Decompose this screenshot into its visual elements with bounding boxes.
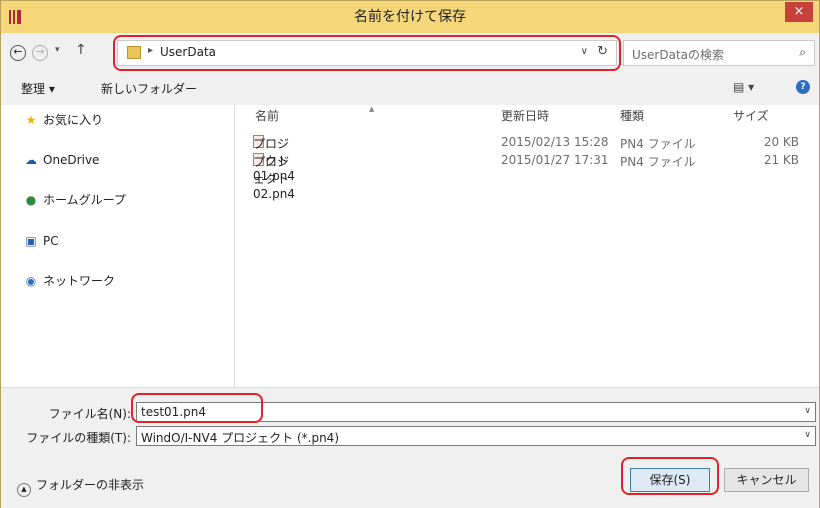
sidebar-item-label: お気に入り: [43, 113, 104, 127]
collapse-icon: ▲: [17, 483, 31, 497]
file-size: 21 KB: [763, 153, 799, 167]
column-header-type[interactable]: 種類: [620, 107, 644, 125]
sidebar-item-label: PC: [43, 234, 59, 248]
file-name: プロジェクト02.pn4: [253, 155, 295, 201]
window-title: 名前を付けて保存: [354, 9, 466, 25]
file-size: 20 KB: [763, 135, 799, 149]
homegroup-icon: ●: [25, 193, 37, 207]
cloud-icon: ☁: [25, 153, 37, 167]
sidebar-item-label: OneDrive: [43, 153, 100, 167]
filename-field[interactable]: test01.pn4 ∨: [136, 402, 816, 422]
filename-input[interactable]: test01.pn4: [141, 405, 206, 419]
address-dropdown-icon[interactable]: ∨: [581, 46, 588, 57]
title-bar: 名前を付けて保存 ×: [1, 1, 819, 33]
save-button[interactable]: 保存(S): [630, 468, 710, 492]
computer-icon: ▣: [25, 234, 37, 248]
filename-label: ファイル名(N):: [48, 407, 131, 421]
column-header-name[interactable]: 名前: [255, 107, 279, 125]
filetype-value[interactable]: WindO/I-NV4 プロジェクト (*.pn4): [141, 429, 339, 446]
search-input[interactable]: UserDataの検索: [632, 46, 724, 63]
file-modified: 2015/02/13 15:28: [501, 135, 609, 149]
sidebar-item-label: ホームグループ: [43, 193, 126, 207]
view-options-icon[interactable]: ▤ ▾: [733, 80, 754, 94]
search-icon[interactable]: ⌕: [799, 45, 806, 60]
sidebar-item-favorites[interactable]: ★ お気に入り: [23, 111, 103, 129]
organize-menu-button[interactable]: 整理 ▾: [21, 80, 55, 97]
address-bar[interactable]: ▸ UserData ∨ ↻: [117, 40, 617, 66]
up-button[interactable]: ↑: [75, 42, 87, 58]
recent-locations-dropdown[interactable]: ▾: [55, 45, 60, 55]
table-row[interactable]: プロジェクト02.pn4 2015/01/27 17:31 PN4 ファイル 2…: [235, 153, 819, 201]
file-list: 名前 ▲ 更新日時 種類 サイズ プロジェクト01.pn4 2015/02/13…: [235, 105, 819, 387]
star-icon: ★: [25, 113, 37, 127]
sidebar-item-onedrive[interactable]: ☁ OneDrive: [23, 151, 99, 169]
filetype-dropdown-icon[interactable]: ∨: [804, 430, 811, 440]
help-icon[interactable]: ?: [796, 80, 810, 94]
forward-button[interactable]: →: [32, 45, 48, 61]
navigation-pane: ★ お気に入り ☁ OneDrive ● ホームグループ ▣ PC ◉ ネットワーク: [1, 105, 234, 387]
hide-folders-label: フォルダーの非表示: [36, 478, 145, 492]
sidebar-item-pc[interactable]: ▣ PC: [23, 232, 59, 250]
column-header-size[interactable]: サイズ: [733, 107, 769, 125]
sort-ascending-icon: ▲: [369, 105, 375, 113]
navigation-bar: ← → ▾ ↑ ▸ UserData ∨ ↻ UserDataの検索 ⌕: [1, 33, 819, 71]
toolbar: 整理 ▾ 新しいフォルダー ▤ ▾ ?: [1, 71, 819, 105]
table-row[interactable]: プロジェクト01.pn4 2015/02/13 15:28 PN4 ファイル 2…: [235, 135, 819, 183]
refresh-icon[interactable]: ↻: [597, 44, 608, 59]
back-button[interactable]: ←: [10, 45, 26, 61]
filetype-label: ファイルの種類(T):: [26, 431, 131, 445]
search-box[interactable]: UserDataの検索 ⌕: [623, 40, 815, 66]
breadcrumb-separator-icon[interactable]: ▸: [148, 45, 153, 56]
file-type: PN4 ファイル: [620, 155, 696, 169]
filename-dropdown-icon[interactable]: ∨: [804, 406, 811, 416]
close-button[interactable]: ×: [785, 2, 813, 22]
new-folder-button[interactable]: 新しいフォルダー: [101, 80, 197, 97]
column-header-modified[interactable]: 更新日時: [501, 107, 549, 125]
cancel-button[interactable]: キャンセル: [724, 468, 809, 492]
file-modified: 2015/01/27 17:31: [501, 153, 609, 167]
filetype-select[interactable]: WindO/I-NV4 プロジェクト (*.pn4) ∨: [136, 426, 816, 446]
folder-icon: [127, 46, 141, 59]
network-icon: ◉: [25, 274, 37, 288]
breadcrumb-userdata[interactable]: UserData: [160, 45, 216, 59]
file-type: PN4 ファイル: [620, 137, 696, 151]
save-as-dialog: 名前を付けて保存 × ← → ▾ ↑ ▸ UserData ∨ ↻ UserDa…: [0, 0, 820, 508]
sidebar-item-network[interactable]: ◉ ネットワーク: [23, 272, 115, 290]
sidebar-item-label: ネットワーク: [43, 274, 116, 288]
sidebar-item-homegroup[interactable]: ● ホームグループ: [23, 191, 126, 209]
hide-folders-toggle[interactable]: ▲ フォルダーの非表示: [17, 476, 144, 497]
